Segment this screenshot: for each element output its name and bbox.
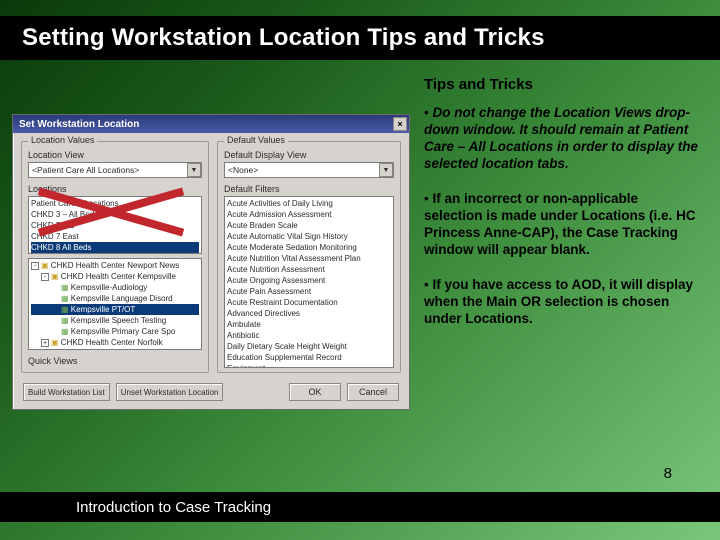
- list-item[interactable]: Acute Restraint Documentation: [227, 297, 391, 308]
- list-item[interactable]: CHKD 7 East: [31, 231, 199, 242]
- document-icon: ▦: [61, 327, 69, 336]
- location-view-label: Location View: [28, 150, 202, 160]
- default-values-group: Default Values Default Display View <Non…: [217, 141, 401, 373]
- document-icon: ▦: [61, 294, 69, 303]
- list-item[interactable]: Acute Ongoing Assessment: [227, 275, 391, 286]
- default-filters-label: Default Filters: [224, 184, 394, 194]
- list-item[interactable]: CHKD 3 – All Beds: [31, 209, 199, 220]
- expand-icon[interactable]: -: [31, 262, 39, 270]
- locations-label: Locations: [28, 184, 202, 194]
- footer-band: Introduction to Case Tracking: [0, 492, 720, 522]
- list-item[interactable]: Education Supplemental Record: [227, 352, 391, 363]
- list-item[interactable]: Advanced Directives: [227, 308, 391, 319]
- tree-item[interactable]: -▣ CHKD Health Center Newport News: [31, 260, 199, 271]
- tips-block: • Do not change the Location Views drop-…: [424, 104, 700, 345]
- document-icon: ▦: [61, 305, 69, 314]
- list-item[interactable]: Daily Dietary Scale Height Weight: [227, 341, 391, 352]
- tree-item[interactable]: +▣ CHKD Health Center Norfolk: [31, 337, 199, 348]
- list-item[interactable]: Ambulate: [227, 319, 391, 330]
- tip-2: • If an incorrect or non-applicable sele…: [424, 190, 700, 258]
- list-item[interactable]: Acute Pain Assessment: [227, 286, 391, 297]
- page-number: 8: [664, 465, 672, 482]
- list-item[interactable]: Acute Braden Scale: [227, 220, 391, 231]
- ok-button[interactable]: OK: [289, 383, 341, 401]
- cancel-button[interactable]: Cancel: [347, 383, 399, 401]
- location-values-group: Location Values Location View <Patient C…: [21, 141, 209, 373]
- close-icon[interactable]: ×: [393, 117, 407, 131]
- list-item[interactable]: Patient Care – Locations: [31, 198, 199, 209]
- folder-icon: ▣: [41, 261, 49, 270]
- footer-text: Introduction to Case Tracking: [76, 499, 271, 516]
- expand-icon[interactable]: +: [41, 339, 49, 347]
- default-display-view-combo[interactable]: <None> ▼: [224, 162, 394, 178]
- default-filters-listbox[interactable]: Acute Activities of Daily LivingAcute Ad…: [224, 196, 394, 368]
- chevron-down-icon[interactable]: ▼: [379, 163, 393, 177]
- subtitle: Tips and Tricks: [424, 76, 533, 93]
- tree-item[interactable]: -▣ CHKD Health Center Kempsville: [31, 271, 199, 282]
- unset-workstation-location-button[interactable]: Unset Workstation Location: [116, 383, 224, 401]
- folder-icon: ▣: [51, 338, 59, 347]
- tip-3: • If you have access to AOD, it will dis…: [424, 276, 700, 327]
- tree-item[interactable]: ▦ Kempsville Speech Testing: [31, 315, 199, 326]
- folder-icon: ▣: [51, 272, 59, 281]
- list-item[interactable]: CHKD 8 All Beds: [31, 242, 199, 253]
- slide: Setting Workstation Location Tips and Tr…: [0, 0, 720, 540]
- location-view-value: <Patient Care All Locations>: [32, 165, 139, 175]
- dialog-title: Set Workstation Location: [19, 119, 139, 130]
- list-item[interactable]: Antibiotic: [227, 330, 391, 341]
- list-item[interactable]: Acute Moderate Sedation Monitoring: [227, 242, 391, 253]
- tree-item[interactable]: ▦ Kempsville PT/OT: [31, 304, 199, 315]
- list-item[interactable]: Acute Activities of Daily Living: [227, 198, 391, 209]
- locations-tree[interactable]: -▣ CHKD Health Center Newport News-▣ CHK…: [28, 258, 202, 350]
- default-display-view-label: Default Display View: [224, 150, 394, 160]
- tip-1: • Do not change the Location Views drop-…: [424, 104, 700, 172]
- tree-item[interactable]: ▦ Kempsville Primary Care Spo: [31, 326, 199, 337]
- group-label-right: Default Values: [224, 135, 288, 145]
- dialog-body: Location Values Location View <Patient C…: [13, 133, 409, 409]
- document-icon: ▦: [61, 283, 69, 292]
- list-item[interactable]: Acute Automatic Vital Sign History: [227, 231, 391, 242]
- list-item[interactable]: Acute Admission Assessment: [227, 209, 391, 220]
- list-item[interactable]: Acute Nutrition Assessment: [227, 264, 391, 275]
- expand-icon[interactable]: -: [41, 273, 49, 281]
- list-item[interactable]: Acute Nutrition Vital Assessment Plan: [227, 253, 391, 264]
- build-workstation-list-button[interactable]: Build Workstation List: [23, 383, 110, 401]
- document-icon: ▦: [61, 316, 69, 325]
- dialog-footer-right: OK Cancel: [289, 383, 399, 401]
- location-view-combo[interactable]: <Patient Care All Locations> ▼: [28, 162, 202, 178]
- quick-views-label: Quick Views: [28, 356, 77, 366]
- tree-item[interactable]: ▦ Kempsville-Audiology: [31, 282, 199, 293]
- default-display-view-value: <None>: [228, 165, 258, 175]
- set-workstation-location-dialog: Set Workstation Location × Location Valu…: [12, 114, 410, 410]
- dialog-footer-left: Build Workstation List Unset Workstation…: [23, 383, 223, 401]
- list-item[interactable]: CHKD PICU: [31, 220, 199, 231]
- list-item[interactable]: Equipment: [227, 363, 391, 368]
- tree-item[interactable]: ▦ Kempsville Language Disord: [31, 293, 199, 304]
- chevron-down-icon[interactable]: ▼: [187, 163, 201, 177]
- group-label-left: Location Values: [28, 135, 97, 145]
- dialog-titlebar: Set Workstation Location ×: [13, 115, 409, 133]
- title-band: Setting Workstation Location Tips and Tr…: [0, 16, 720, 60]
- slide-title: Setting Workstation Location Tips and Tr…: [22, 24, 545, 52]
- locations-listbox[interactable]: Patient Care – LocationsCHKD 3 – All Bed…: [28, 196, 202, 254]
